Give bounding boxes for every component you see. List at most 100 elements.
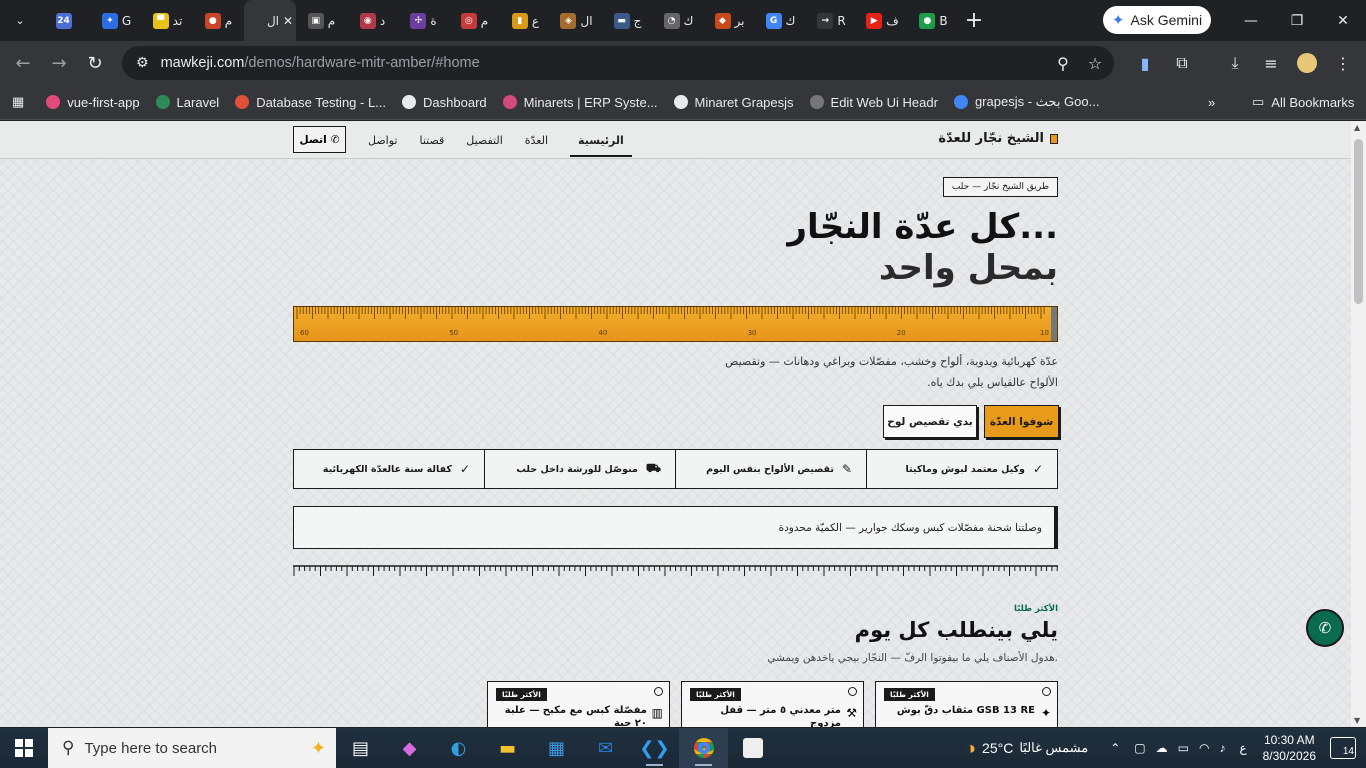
bookmark-item[interactable]: grapesjs - بحث Goo... (946, 94, 1108, 110)
section-subtitle: هدول الأصناف يلي ما بيفوتوا الرفّ — النج… (767, 652, 1058, 664)
weather-temp[interactable]: 25°C (982, 740, 1013, 756)
more-bookmarks-icon[interactable]: » (1200, 95, 1223, 110)
request-cutting-button[interactable]: بدي تقصيص لوح (883, 405, 977, 438)
restore-button[interactable]: ❐ (1274, 0, 1320, 41)
clock-date: 8/30/2026 (1262, 749, 1316, 763)
bookmark-list: vue-first-app Laravel Database Testing - L… (38, 94, 1107, 110)
show-hidden-icons[interactable]: ⌃ (1110, 741, 1120, 755)
tab-search-button[interactable]: ⌄ (0, 0, 40, 41)
wifi-icon[interactable]: ◠ (1199, 741, 1209, 755)
browser-tab[interactable]: ◎ م (449, 0, 500, 41)
forward-button[interactable]: → (41, 45, 77, 81)
bookmark-item[interactable]: Edit Web Ui Headr (802, 94, 946, 110)
nav-contact[interactable]: تواصل (368, 134, 397, 147)
nav-custom[interactable]: التفصيل (466, 134, 502, 147)
scrollbar-thumb[interactable] (1354, 139, 1363, 304)
bookmark-item[interactable]: vue-first-app (38, 94, 147, 110)
browser-tab[interactable]: ● م (193, 0, 244, 41)
browser-tab[interactable]: ● B (908, 0, 959, 41)
browser-tab[interactable]: ◈ ال (551, 0, 602, 41)
product-card[interactable]: الأكثر طلبًا ▥ مفصّلة كبس مع مكبح — علبة… (487, 681, 670, 727)
bookmark-item[interactable]: Dashboard (394, 94, 495, 110)
profile-avatar[interactable] (1294, 50, 1320, 76)
sidepanel-icon[interactable]: ▮ (1132, 50, 1158, 76)
notification-count: 14 (1342, 746, 1354, 757)
zoom-icon[interactable]: ⚲ (1050, 50, 1076, 76)
vscode-icon[interactable]: ❮❯ (630, 728, 679, 768)
clock[interactable]: 10:30 AM 8/30/2026 (1263, 732, 1316, 764)
new-tab-button[interactable]: + (959, 0, 989, 41)
edge-icon[interactable]: ◐ (434, 728, 483, 768)
browser-tab[interactable]: 24 (40, 0, 91, 41)
url-text[interactable]: mawkeji.com/demos/hardware-mitr-amber/#h… (161, 55, 480, 71)
onedrive-icon[interactable]: ☁ (1156, 741, 1168, 755)
start-button[interactable] (0, 728, 48, 768)
nav-tools[interactable]: العدّة (525, 134, 548, 147)
web-page: الشيخ نجّار للعدّة تواصل قصتنا التفصيل ا… (0, 121, 1351, 727)
feature-item: ✓ كفالة سنة عالعدّة الكهربائية (294, 450, 484, 488)
weather-text[interactable]: مشمس غالبًا (1019, 740, 1088, 756)
site-info-icon[interactable]: ⚙ (136, 55, 149, 71)
downloads-icon[interactable]: ⤓ (1222, 50, 1248, 76)
nav-home[interactable]: الرئيسية (570, 124, 632, 157)
taskbar-search[interactable]: ⚲ Type here to search ✦ (48, 728, 336, 768)
browse-tools-button[interactable]: شوفوا العدّة (984, 405, 1059, 438)
media-control-icon[interactable]: ≡ (1258, 50, 1284, 76)
weather-icon[interactable]: ◑ (965, 738, 976, 759)
ask-gemini-button[interactable]: ✦ Ask Gemini (1103, 6, 1211, 34)
bookmark-label: Minaret Grapesjs (694, 94, 794, 110)
outlook-icon[interactable]: ✉ (581, 728, 630, 768)
tab-close-icon[interactable]: ✕ (283, 14, 293, 28)
clock-time: 10:30 AM (1263, 733, 1315, 747)
address-bar[interactable]: ⚙ mawkeji.com/demos/hardware-mitr-amber/… (122, 46, 1114, 80)
close-window-button[interactable]: ✕ (1320, 0, 1366, 41)
input-language[interactable]: ع (1239, 741, 1246, 755)
product-card[interactable]: الأكثر طلبًا ⚒ متر معدني ٥ متر — قفل مزد… (681, 681, 864, 727)
file-explorer-icon[interactable]: ▬ (483, 728, 532, 768)
back-button[interactable]: ← (5, 45, 41, 81)
browser-tab[interactable]: → R (806, 0, 857, 41)
bookmark-item[interactable]: Database Testing - L... (227, 94, 394, 110)
apps-icon[interactable]: ▦ (0, 94, 38, 110)
bookmark-item[interactable]: Minarets | ERP Syste... (495, 94, 666, 110)
extensions-icon[interactable]: ⧉ (1169, 50, 1195, 76)
scroll-up-arrow[interactable]: ▲ (1354, 123, 1360, 132)
nav-story[interactable]: قصتنا (419, 134, 444, 147)
browser-tab[interactable]: ▶ ف (857, 0, 908, 41)
browser-tab-active[interactable]: ال ✕ (244, 0, 296, 41)
browser-tab[interactable]: ◔ ك (653, 0, 704, 41)
bookmark-star-icon[interactable]: ☆ (1082, 50, 1108, 76)
browser-tab[interactable]: Gك (755, 0, 806, 41)
reload-button[interactable]: ↻ (77, 45, 113, 81)
all-bookmarks-button[interactable]: ▭ All Bookmarks (1244, 94, 1362, 110)
site-brand[interactable]: الشيخ نجّار للعدّة (938, 131, 1058, 146)
browser-tab[interactable]: ◆ بر (704, 0, 755, 41)
browser-menu-icon[interactable]: ⋮ (1330, 50, 1356, 76)
volume-icon[interactable]: ♪ (1219, 741, 1225, 755)
page-scrollbar[interactable]: ▲ ▼ (1351, 121, 1366, 727)
browser-tab[interactable]: ✢ ة (398, 0, 449, 41)
scroll-down-arrow[interactable]: ▼ (1354, 716, 1360, 725)
copilot-icon[interactable]: ◆ (385, 728, 434, 768)
device-icon[interactable]: ▢ (1134, 741, 1145, 755)
whatsapp-button[interactable]: ✆ (1306, 609, 1344, 647)
tab-label: ة (430, 13, 437, 28)
browser-tab[interactable]: ▣ م (296, 0, 347, 41)
store-icon[interactable]: ▦ (532, 728, 581, 768)
browser-tab[interactable]: ✦ G (91, 0, 142, 41)
bookmark-item[interactable]: Minaret Grapesjs (666, 94, 802, 110)
product-card[interactable]: الأكثر طلبًا ✦ مثقاب دقّ بوش GSB 13 RE (875, 681, 1058, 727)
battery-icon[interactable]: ▭ (1178, 741, 1189, 755)
notifications-icon[interactable]: 14 (1330, 737, 1356, 759)
bookmark-item[interactable]: Laravel (148, 94, 228, 110)
browser-tab[interactable]: ▬ ج (602, 0, 653, 41)
task-view-icon[interactable]: ▤ (336, 728, 385, 768)
call-button[interactable]: اتصل ✆ (293, 126, 346, 153)
chrome-icon[interactable] (679, 728, 728, 768)
browser-tab[interactable]: ◉ د (347, 0, 398, 41)
bookmark-label: Edit Web Ui Headr (830, 94, 938, 110)
browser-tab[interactable]: ▀ تد (142, 0, 193, 41)
app-icon[interactable] (728, 728, 777, 768)
minimize-button[interactable]: — (1228, 0, 1274, 41)
browser-tab[interactable]: ▮ ع (500, 0, 551, 41)
